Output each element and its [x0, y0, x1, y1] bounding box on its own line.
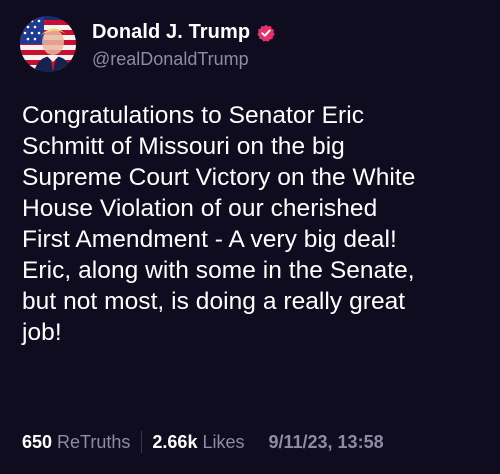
post-stats-footer: 650 ReTruths 2.66k Likes 9/11/23, 13:58 — [22, 430, 384, 454]
author-display-name[interactable]: Donald J. Trump — [92, 21, 250, 44]
stats-divider — [141, 431, 143, 453]
likes-label: Likes — [202, 431, 245, 452]
verified-badge-icon — [257, 24, 275, 42]
likes-stat[interactable]: 2.66k Likes — [152, 432, 244, 453]
author-handle[interactable]: @realDonaldTrump — [92, 49, 275, 70]
likes-count: 2.66k — [152, 431, 198, 452]
truth-post: Donald J. Trump @realDonaldTrump Congrat… — [0, 0, 500, 474]
retruths-stat[interactable]: 650 ReTruths — [22, 432, 130, 453]
retruths-label: ReTruths — [57, 431, 131, 452]
author-identity: Donald J. Trump @realDonaldTrump — [92, 19, 275, 70]
post-header: Donald J. Trump @realDonaldTrump — [20, 16, 275, 72]
post-body-text: Congratulations to Senator Eric Schmitt … — [22, 102, 416, 346]
post-timestamp[interactable]: 9/11/23, 13:58 — [268, 432, 383, 453]
retruths-count: 650 — [22, 431, 53, 452]
avatar[interactable] — [20, 16, 76, 72]
name-row: Donald J. Trump — [92, 19, 275, 47]
flag-portrait-avatar-icon — [20, 16, 76, 72]
